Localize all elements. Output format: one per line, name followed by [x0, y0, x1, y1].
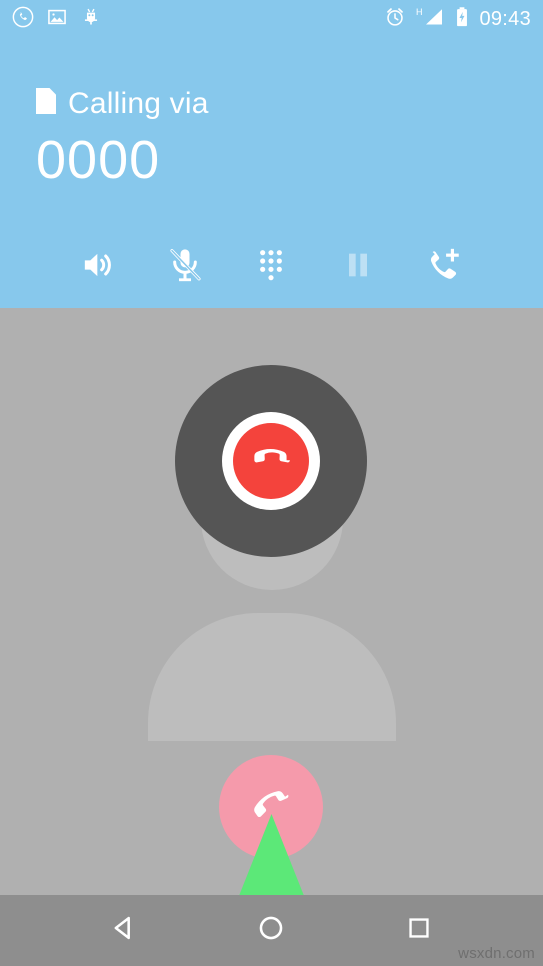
dialpad-icon — [251, 245, 291, 290]
circle-icon — [257, 914, 285, 947]
end-call-button-fill — [233, 423, 309, 499]
svg-text:H: H — [416, 7, 423, 17]
mic-off-icon — [165, 245, 205, 290]
speaker-icon — [79, 245, 119, 290]
call-actions-row — [0, 238, 543, 296]
end-call-button[interactable] — [222, 412, 320, 510]
answer-call-button[interactable] — [219, 755, 323, 859]
dialpad-button[interactable] — [242, 238, 300, 296]
status-bar-left-icons — [12, 6, 114, 33]
android-debug-icon — [80, 6, 102, 33]
nav-back-button[interactable] — [94, 906, 154, 956]
signal-h-icon: H — [415, 6, 445, 33]
add-call-button[interactable] — [415, 238, 473, 296]
site-watermark: wsxdn.com — [458, 945, 535, 962]
calling-via-row: Calling via — [36, 88, 209, 119]
mute-button[interactable] — [156, 238, 214, 296]
status-bar-clock: 09:43 — [479, 7, 531, 30]
contact-avatar-body — [148, 613, 396, 741]
call-header: Calling via 0000 — [0, 38, 543, 308]
hold-button[interactable] — [329, 238, 387, 296]
phone-circle-icon — [12, 6, 34, 33]
call-number: 0000 — [36, 130, 161, 190]
call-body — [0, 308, 543, 895]
sim-card-icon — [36, 88, 56, 119]
status-bar: H 09:43 — [0, 0, 543, 38]
speaker-button[interactable] — [70, 238, 128, 296]
call-icon — [248, 782, 294, 833]
add-call-icon — [424, 245, 464, 290]
triangle-left-icon — [110, 914, 138, 947]
nav-home-button[interactable] — [241, 906, 301, 956]
calling-via-label: Calling via — [68, 86, 209, 120]
status-bar-right-icons: H 09:43 — [375, 6, 531, 33]
square-icon — [406, 915, 432, 946]
nav-recents-button[interactable] — [389, 906, 449, 956]
image-icon — [46, 6, 68, 33]
battery-charging-icon — [454, 6, 470, 33]
pause-icon — [338, 245, 378, 290]
alarm-clock-icon — [384, 6, 406, 33]
call-end-icon — [249, 437, 293, 486]
phone-screen: H 09:43 Calling via 0000 wsxdn.com — [0, 0, 543, 966]
